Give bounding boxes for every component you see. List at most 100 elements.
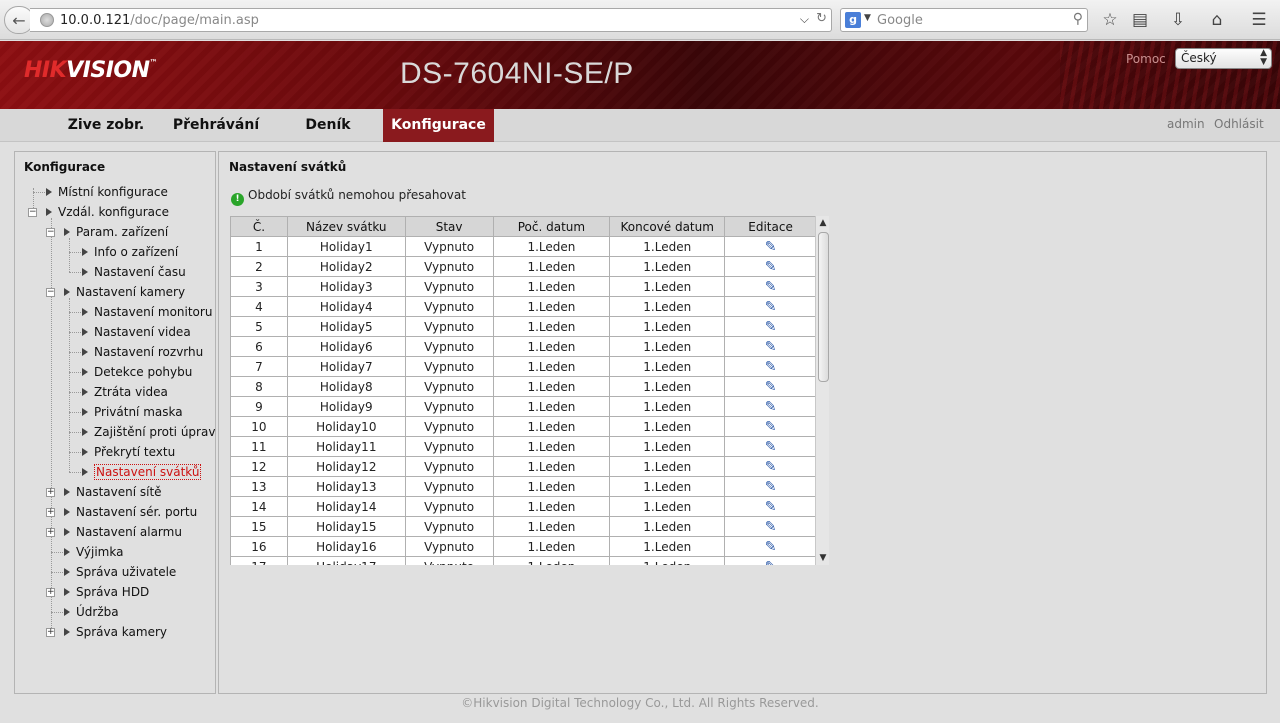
- sidebar-item-label: Nastavení rozvrhu: [94, 345, 204, 359]
- pencil-icon[interactable]: ✎: [765, 280, 777, 294]
- sidebar-item-label: Správa uživatele: [76, 565, 177, 579]
- user-name[interactable]: admin: [1167, 117, 1205, 131]
- pencil-icon[interactable]: ✎: [765, 500, 777, 514]
- table-scrollbar[interactable]: ▲ ▼: [815, 216, 829, 565]
- scroll-down-icon[interactable]: ▼: [816, 551, 830, 565]
- pencil-icon[interactable]: ✎: [765, 460, 777, 474]
- tree-line: [69, 238, 70, 272]
- cell-number: 3: [230, 276, 288, 297]
- cell-status: Vypnuto: [404, 256, 494, 277]
- cell-end-date: 1.Leden: [609, 336, 726, 357]
- pencil-icon[interactable]: ✎: [765, 380, 777, 394]
- table-row: 1 Holiday1 Vypnuto 1.Leden 1.Leden ✎: [230, 236, 817, 257]
- pencil-icon[interactable]: ✎: [765, 340, 777, 354]
- tab-configuration[interactable]: Konfigurace: [383, 109, 494, 142]
- sidebar-item-device-info[interactable]: Info o zařízení: [82, 243, 178, 261]
- cell-start-date: 1.Leden: [492, 496, 611, 517]
- reload-icon[interactable]: ↻: [816, 11, 827, 26]
- sidebar-item-remote-config[interactable]: Vzdál. konfigurace: [46, 203, 169, 221]
- download-icon[interactable]: ⇩: [1167, 9, 1189, 31]
- pencil-icon[interactable]: ✎: [765, 420, 777, 434]
- col-header-holiday-name: Název svátku: [286, 216, 406, 237]
- sidebar-item-camera-settings[interactable]: Nastavení kamery: [64, 283, 185, 301]
- sidebar-item-tamper-proof[interactable]: Zajištění proti úpravám: [82, 423, 215, 441]
- table-row: 5 Holiday5 Vypnuto 1.Leden 1.Leden ✎: [230, 316, 817, 337]
- logout-link[interactable]: Odhlásit: [1214, 117, 1264, 131]
- sidebar-item-serial-port[interactable]: Nastavení sér. portu: [64, 503, 197, 521]
- tab-live-view[interactable]: Zive zobr.: [58, 109, 154, 142]
- cell-edit: ✎: [724, 316, 817, 337]
- url-text[interactable]: 10.0.0.121/doc/page/main.asp: [60, 13, 259, 28]
- cell-holiday-name: Holiday15: [286, 516, 406, 537]
- pencil-icon[interactable]: ✎: [765, 300, 777, 314]
- sidebar-item-hdd-management[interactable]: Správa HDD: [64, 583, 149, 601]
- sidebar-item-exception[interactable]: Výjimka: [64, 543, 123, 561]
- pencil-icon[interactable]: ✎: [765, 560, 777, 566]
- scroll-thumb[interactable]: [818, 232, 829, 382]
- cell-holiday-name: Holiday16: [286, 536, 406, 557]
- table-row: 8 Holiday8 Vypnuto 1.Leden 1.Leden ✎: [230, 376, 817, 397]
- sidebar-item-video-settings[interactable]: Nastavení videa: [82, 323, 191, 341]
- bookmark-star-icon[interactable]: ☆: [1099, 9, 1121, 31]
- language-select[interactable]: Český ▲ ▼: [1175, 48, 1272, 69]
- cell-status: Vypnuto: [404, 536, 494, 557]
- sidebar-item-user-management[interactable]: Správa uživatele: [64, 563, 176, 581]
- tree-line: [69, 412, 83, 413]
- expand-icon[interactable]: +: [46, 528, 55, 537]
- cell-start-date: 1.Leden: [492, 316, 611, 337]
- tab-playback[interactable]: Přehrávání: [164, 109, 268, 142]
- arrow-right-icon: [82, 447, 88, 456]
- pencil-icon[interactable]: ✎: [765, 260, 777, 274]
- sidebar-item-network-settings[interactable]: Nastavení sítě: [64, 483, 162, 501]
- scroll-up-icon[interactable]: ▲: [816, 216, 830, 230]
- collapse-icon[interactable]: −: [46, 228, 55, 237]
- collapse-icon[interactable]: −: [28, 208, 37, 217]
- url-history-dropdown-icon[interactable]: ⌵: [800, 12, 809, 27]
- sidebar-title: Konfigurace: [24, 160, 106, 174]
- cell-start-date: 1.Leden: [492, 516, 611, 537]
- sidebar-item-motion-detection[interactable]: Detekce pohybu: [82, 363, 192, 381]
- expand-icon[interactable]: +: [46, 488, 55, 497]
- pencil-icon[interactable]: ✎: [765, 320, 777, 334]
- pencil-icon[interactable]: ✎: [765, 440, 777, 454]
- sidebar-item-maintenance[interactable]: Údržba: [64, 603, 119, 621]
- pencil-icon[interactable]: ✎: [765, 360, 777, 374]
- sidebar-item-time-settings[interactable]: Nastavení času: [82, 263, 186, 281]
- browser-search-bar[interactable]: g ▼ ⚲: [840, 8, 1088, 32]
- cell-number: 8: [230, 376, 288, 397]
- help-link[interactable]: Pomoc: [1126, 52, 1166, 66]
- menu-icon[interactable]: ☰: [1248, 9, 1270, 31]
- pencil-icon[interactable]: ✎: [765, 400, 777, 414]
- pencil-icon[interactable]: ✎: [765, 540, 777, 554]
- sidebar-item-text-overlay[interactable]: Překrytí textu: [82, 443, 175, 461]
- expand-icon[interactable]: +: [46, 628, 55, 637]
- search-engine-dropdown-icon[interactable]: ▼: [864, 13, 871, 23]
- sidebar-item-alarm-settings[interactable]: Nastavení alarmu: [64, 523, 182, 541]
- col-header-status: Stav: [404, 216, 494, 237]
- home-icon[interactable]: ⌂: [1206, 9, 1228, 31]
- pencil-icon[interactable]: ✎: [765, 480, 777, 494]
- sidebar-item-local-config[interactable]: Místní konfigurace: [46, 183, 168, 201]
- expand-icon[interactable]: +: [46, 588, 55, 597]
- sidebar-item-holiday-settings[interactable]: Nastavení svátků: [82, 463, 202, 481]
- sidebar-item-video-loss[interactable]: Ztráta videa: [82, 383, 168, 401]
- search-input[interactable]: [877, 11, 1065, 29]
- table-row: 9 Holiday9 Vypnuto 1.Leden 1.Leden ✎: [230, 396, 817, 417]
- sidebar-item-camera-management[interactable]: Správa kamery: [64, 623, 167, 641]
- collapse-icon[interactable]: −: [46, 288, 55, 297]
- sidebar-item-device-params[interactable]: Param. zařízení: [64, 223, 168, 241]
- sidebar-item-monitor-settings[interactable]: Nastavení monitoru: [82, 303, 212, 321]
- cell-status: Vypnuto: [404, 456, 494, 477]
- tab-log[interactable]: Deník: [290, 109, 366, 142]
- pencil-icon[interactable]: ✎: [765, 520, 777, 534]
- search-icon[interactable]: ⚲: [1073, 11, 1083, 27]
- cell-start-date: 1.Leden: [492, 436, 611, 457]
- expand-icon[interactable]: +: [46, 508, 55, 517]
- table-row: 13 Holiday13 Vypnuto 1.Leden 1.Leden ✎: [230, 476, 817, 497]
- sidebar-item-schedule-settings[interactable]: Nastavení rozvrhu: [82, 343, 203, 361]
- pencil-icon[interactable]: ✎: [765, 240, 777, 254]
- search-engine-icon[interactable]: g: [845, 12, 861, 28]
- sidebar-item-privacy-mask[interactable]: Privátní maska: [82, 403, 183, 421]
- bookmarks-list-icon[interactable]: ▤: [1129, 9, 1151, 31]
- url-bar[interactable]: 10.0.0.121/doc/page/main.asp ⌵ ↻: [30, 8, 832, 32]
